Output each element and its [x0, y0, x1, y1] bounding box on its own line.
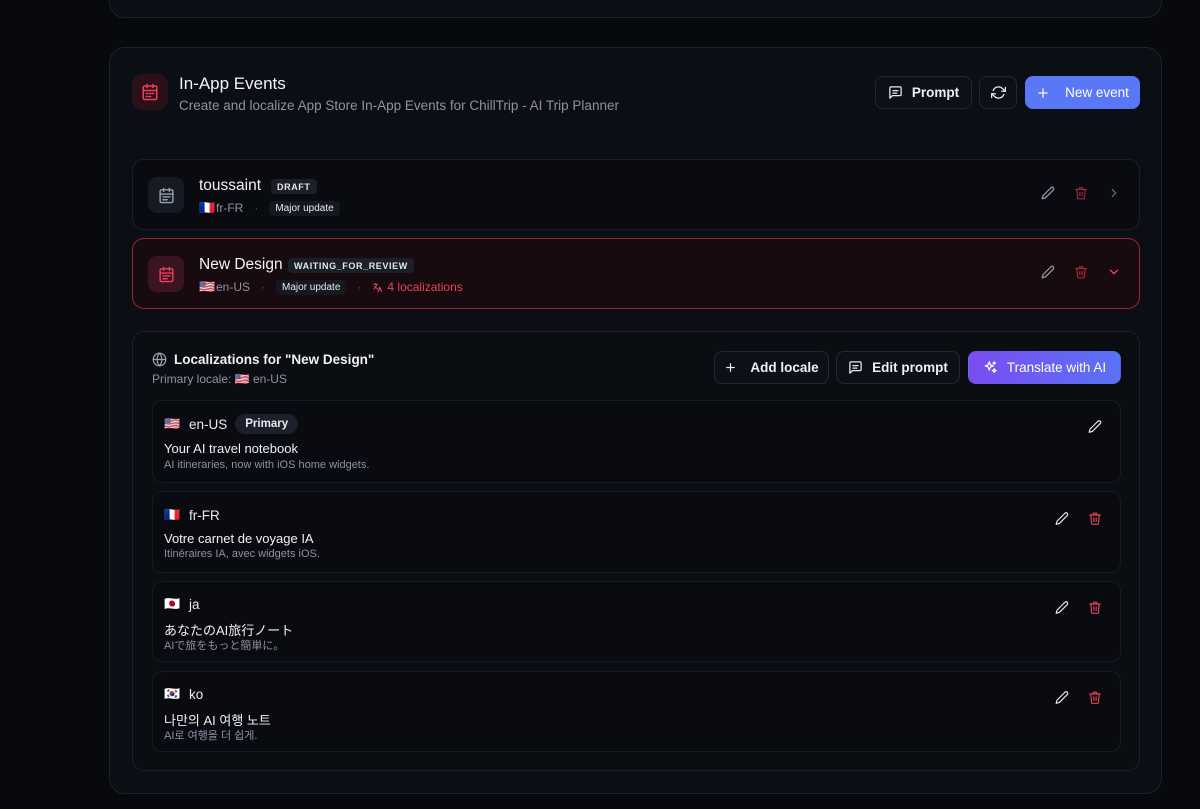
- message-icon: [849, 361, 862, 374]
- calendar-icon: [148, 256, 184, 292]
- event-meta: 🇫🇷fr-FR · Major update: [199, 200, 340, 216]
- add-locale-button[interactable]: Add locale: [714, 351, 829, 384]
- trash-icon[interactable]: [1088, 600, 1102, 614]
- edit-icon[interactable]: [1088, 419, 1102, 433]
- new-event-button[interactable]: New event: [1025, 76, 1140, 109]
- prompt-button-label: Prompt: [911, 85, 960, 100]
- plus-icon: [1038, 87, 1048, 98]
- event-type-badge: Major update: [269, 200, 340, 216]
- edit-icon[interactable]: [1055, 511, 1069, 525]
- translate-label: Translate with AI: [1006, 360, 1107, 375]
- locale-actions: [1055, 511, 1102, 525]
- locale-card-ja: 🇯🇵 ja あなたのAI旅行ノート AIで旅をもっと簡単に。: [152, 581, 1121, 662]
- locale-card-fr-fr: 🇫🇷 fr-FR Votre carnet de voyage IA Itiné…: [152, 491, 1121, 573]
- separator-dot: ·: [357, 280, 362, 294]
- calendar-icon: [132, 74, 168, 110]
- add-locale-label: Add locale: [750, 360, 819, 375]
- status-badge: DRAFT: [271, 179, 317, 194]
- globe-icon: [152, 352, 167, 367]
- previous-section-card: [109, 0, 1162, 18]
- primary-badge: Primary: [235, 414, 299, 434]
- plus-icon: [726, 363, 736, 372]
- event-locale: en-US: [216, 280, 251, 294]
- france-flag-icon: 🇫🇷: [199, 200, 216, 215]
- locale-code: ja: [189, 596, 200, 612]
- separator-dot: ·: [254, 201, 259, 215]
- separator-dot: ·: [261, 280, 266, 294]
- locale-card-en-us: 🇺🇸 en-US Primary Your AI travel notebook…: [152, 400, 1121, 483]
- event-name: New Design: [199, 256, 283, 273]
- locale-code: en-US: [189, 416, 228, 432]
- event-meta: 🇺🇸en-US · Major update · 4 localizations: [199, 279, 463, 295]
- event-name: toussaint: [199, 177, 262, 194]
- translate-with-ai-button[interactable]: Translate with AI: [968, 351, 1121, 384]
- chevron-down-icon[interactable]: [1107, 265, 1121, 279]
- korea-flag-icon: 🇰🇷: [164, 686, 181, 701]
- edit-icon[interactable]: [1055, 600, 1069, 614]
- locale-description: AI itineraries, now with iOS home widget…: [164, 459, 370, 471]
- new-event-button-label: New event: [1065, 85, 1129, 100]
- primary-locale-label: Primary locale: 🇺🇸 en-US: [152, 372, 287, 386]
- locale-code: fr-FR: [189, 507, 220, 523]
- row-actions: [1041, 186, 1121, 200]
- locale-description: AI로 여행을 더 쉽게.: [164, 730, 258, 742]
- trash-icon[interactable]: [1088, 690, 1102, 704]
- status-badge: WAITING_FOR_REVIEW: [288, 258, 414, 273]
- edit-prompt-button[interactable]: Edit prompt: [836, 351, 960, 384]
- edit-prompt-label: Edit prompt: [872, 360, 948, 375]
- edit-icon[interactable]: [1041, 186, 1055, 200]
- page-subtitle: Create and localize App Store In-App Eve…: [179, 98, 619, 113]
- locale-actions: [1055, 690, 1102, 704]
- locale-header: 🇰🇷 ko: [164, 686, 203, 702]
- localizations-title-text: Localizations for "New Design": [174, 352, 375, 367]
- page-title: In-App Events: [179, 74, 286, 93]
- locale-title: Your AI travel notebook: [164, 441, 298, 456]
- event-locale: fr-FR: [216, 201, 244, 215]
- localizations-title: Localizations for "New Design": [152, 352, 374, 367]
- locale-description: AIで旅をもっと簡単に。: [164, 640, 285, 652]
- refresh-icon: [990, 86, 1006, 99]
- row-actions: [1041, 265, 1121, 279]
- localizations-panel: Localizations for "New Design" Primary l…: [132, 331, 1140, 771]
- trash-icon[interactable]: [1088, 511, 1102, 525]
- trash-icon[interactable]: [1074, 265, 1088, 279]
- locale-header: 🇺🇸 en-US Primary: [164, 414, 299, 434]
- refresh-button[interactable]: [979, 76, 1017, 109]
- locale-header: 🇯🇵 ja: [164, 596, 200, 612]
- locale-actions: [1088, 419, 1102, 433]
- us-flag-icon: 🇺🇸: [199, 279, 216, 294]
- trash-icon[interactable]: [1074, 186, 1088, 200]
- localization-count-label: 4 localizations: [387, 280, 463, 294]
- us-flag-icon: 🇺🇸: [164, 416, 181, 431]
- japan-flag-icon: 🇯🇵: [164, 596, 181, 611]
- france-flag-icon: 🇫🇷: [164, 507, 181, 522]
- edit-icon[interactable]: [1041, 265, 1055, 279]
- locale-description: Itinéraires IA, avec widgets iOS.: [164, 548, 320, 560]
- calendar-icon: [148, 177, 184, 213]
- event-row-new-design[interactable]: New Design WAITING_FOR_REVIEW 🇺🇸en-US · …: [132, 238, 1140, 309]
- prompt-button[interactable]: Prompt: [875, 76, 972, 109]
- translate-icon: [373, 282, 383, 292]
- event-row-toussaint[interactable]: toussaint DRAFT 🇫🇷fr-FR · Major update: [132, 159, 1140, 230]
- message-icon: [889, 86, 902, 99]
- locale-header: 🇫🇷 fr-FR: [164, 507, 220, 523]
- locale-card-ko: 🇰🇷 ko 나만의 AI 여행 노트 AI로 여행을 더 쉽게.: [152, 671, 1121, 752]
- locale-actions: [1055, 600, 1102, 614]
- event-type-badge: Major update: [276, 279, 347, 295]
- in-app-events-card: In-App Events Create and localize App St…: [109, 47, 1162, 794]
- locale-title: Votre carnet de voyage IA: [164, 531, 314, 546]
- sparkles-icon: [984, 361, 997, 374]
- edit-icon[interactable]: [1055, 690, 1069, 704]
- localization-count: 4 localizations: [372, 280, 463, 294]
- locale-code: ko: [189, 686, 204, 702]
- chevron-right-icon[interactable]: [1107, 186, 1121, 200]
